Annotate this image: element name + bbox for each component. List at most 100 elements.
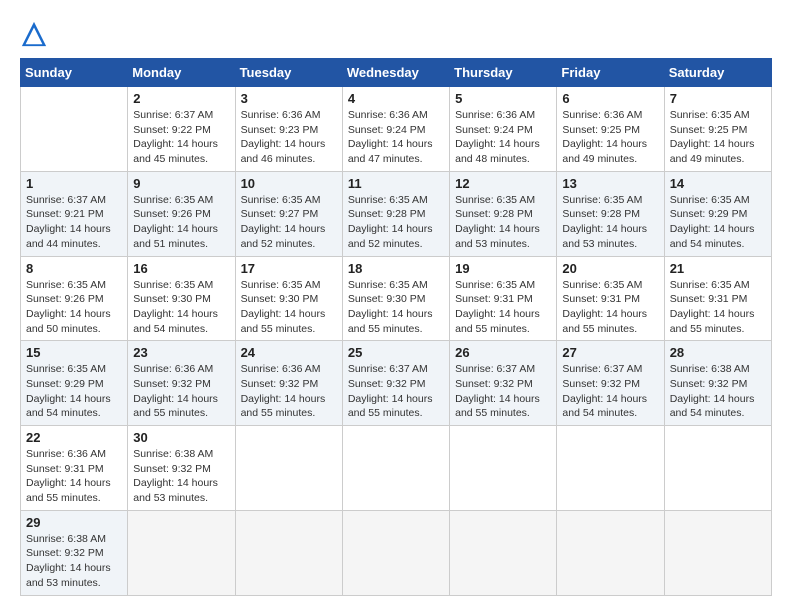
day-info: Sunrise: 6:35 AMSunset: 9:31 PMDaylight:… xyxy=(455,278,551,337)
calendar-cell: 21Sunrise: 6:35 AMSunset: 9:31 PMDayligh… xyxy=(664,256,771,341)
day-info: Sunrise: 6:36 AMSunset: 9:32 PMDaylight:… xyxy=(241,362,337,421)
day-number: 15 xyxy=(26,345,122,360)
day-info: Sunrise: 6:37 AMSunset: 9:32 PMDaylight:… xyxy=(562,362,658,421)
day-number: 25 xyxy=(348,345,444,360)
day-info: Sunrise: 6:35 AMSunset: 9:31 PMDaylight:… xyxy=(670,278,766,337)
day-number: 11 xyxy=(348,176,444,191)
day-number: 18 xyxy=(348,261,444,276)
day-info: Sunrise: 6:35 AMSunset: 9:27 PMDaylight:… xyxy=(241,193,337,252)
logo xyxy=(20,20,52,48)
day-number: 8 xyxy=(26,261,122,276)
day-number: 12 xyxy=(455,176,551,191)
day-number: 9 xyxy=(133,176,229,191)
day-info: Sunrise: 6:38 AMSunset: 9:32 PMDaylight:… xyxy=(133,447,229,506)
day-number: 26 xyxy=(455,345,551,360)
day-number: 22 xyxy=(26,430,122,445)
calendar-cell: 15 Sunrise: 6:35 AMSunset: 9:29 PMDayligh… xyxy=(21,341,128,426)
day-number: 29 xyxy=(26,515,122,530)
day-number: 27 xyxy=(562,345,658,360)
logo-icon xyxy=(20,20,48,48)
calendar-cell xyxy=(128,510,235,595)
calendar-cell xyxy=(664,510,771,595)
column-header-wednesday: Wednesday xyxy=(342,59,449,87)
calendar-table: SundayMondayTuesdayWednesdayThursdayFrid… xyxy=(20,58,772,596)
day-info: Sunrise: 6:35 AMSunset: 9:26 PMDaylight:… xyxy=(26,278,122,337)
calendar-cell: 25 Sunrise: 6:37 AMSunset: 9:32 PMDayligh… xyxy=(342,341,449,426)
day-info: Sunrise: 6:35 AMSunset: 9:29 PMDaylight:… xyxy=(26,362,122,421)
calendar-cell xyxy=(342,426,449,511)
calendar-cell xyxy=(557,510,664,595)
calendar-cell: 30 Sunrise: 6:38 AMSunset: 9:32 PMDayligh… xyxy=(128,426,235,511)
day-info: Sunrise: 6:35 AMSunset: 9:28 PMDaylight:… xyxy=(455,193,551,252)
column-header-thursday: Thursday xyxy=(450,59,557,87)
calendar-cell: 28 Sunrise: 6:38 AMSunset: 9:32 PMDayligh… xyxy=(664,341,771,426)
day-info: Sunrise: 6:38 AMSunset: 9:32 PMDaylight:… xyxy=(670,362,766,421)
calendar-cell: 17Sunrise: 6:35 AMSunset: 9:30 PMDayligh… xyxy=(235,256,342,341)
day-info: Sunrise: 6:36 AMSunset: 9:24 PMDaylight:… xyxy=(348,108,444,167)
calendar-week-row: 2 Sunrise: 6:37 AMSunset: 9:22 PMDaylight… xyxy=(21,87,772,172)
day-info: Sunrise: 6:37 AMSunset: 9:32 PMDaylight:… xyxy=(455,362,551,421)
calendar-cell: 22 Sunrise: 6:36 AMSunset: 9:31 PMDayligh… xyxy=(21,426,128,511)
calendar-cell: 4 Sunrise: 6:36 AMSunset: 9:24 PMDaylight… xyxy=(342,87,449,172)
day-number: 23 xyxy=(133,345,229,360)
calendar-week-row: 15 Sunrise: 6:35 AMSunset: 9:29 PMDayligh… xyxy=(21,341,772,426)
day-info: Sunrise: 6:37 AMSunset: 9:32 PMDaylight:… xyxy=(348,362,444,421)
day-number: 6 xyxy=(562,91,658,106)
day-info: Sunrise: 6:35 AMSunset: 9:31 PMDaylight:… xyxy=(562,278,658,337)
calendar-cell: 1 Sunrise: 6:37 AMSunset: 9:21 PMDaylight… xyxy=(21,171,128,256)
day-info: Sunrise: 6:38 AMSunset: 9:32 PMDaylight:… xyxy=(26,532,122,591)
page-header xyxy=(20,20,772,48)
calendar-week-row: 29 Sunrise: 6:38 AMSunset: 9:32 PMDayligh… xyxy=(21,510,772,595)
calendar-week-row: 1 Sunrise: 6:37 AMSunset: 9:21 PMDaylight… xyxy=(21,171,772,256)
calendar-cell: 16Sunrise: 6:35 AMSunset: 9:30 PMDayligh… xyxy=(128,256,235,341)
column-header-friday: Friday xyxy=(557,59,664,87)
day-number: 7 xyxy=(670,91,766,106)
calendar-cell: 12 Sunrise: 6:35 AMSunset: 9:28 PMDayligh… xyxy=(450,171,557,256)
day-number: 20 xyxy=(562,261,658,276)
calendar-cell: 5Sunrise: 6:36 AMSunset: 9:24 PMDaylight… xyxy=(450,87,557,172)
day-info: Sunrise: 6:37 AMSunset: 9:22 PMDaylight:… xyxy=(133,108,229,167)
calendar-cell xyxy=(21,87,128,172)
day-number: 3 xyxy=(241,91,337,106)
calendar-week-row: 8 Sunrise: 6:35 AMSunset: 9:26 PMDaylight… xyxy=(21,256,772,341)
calendar-cell: 3Sunrise: 6:36 AMSunset: 9:23 PMDaylight… xyxy=(235,87,342,172)
day-number: 1 xyxy=(26,176,122,191)
day-info: Sunrise: 6:36 AMSunset: 9:31 PMDaylight:… xyxy=(26,447,122,506)
day-number: 16 xyxy=(133,261,229,276)
day-info: Sunrise: 6:35 AMSunset: 9:29 PMDaylight:… xyxy=(670,193,766,252)
calendar-cell xyxy=(342,510,449,595)
day-number: 2 xyxy=(133,91,229,106)
day-number: 4 xyxy=(348,91,444,106)
day-number: 19 xyxy=(455,261,551,276)
calendar-cell xyxy=(557,426,664,511)
calendar-cell: 23 Sunrise: 6:36 AMSunset: 9:32 PMDayligh… xyxy=(128,341,235,426)
calendar-cell: 18 Sunrise: 6:35 AMSunset: 9:30 PMDayligh… xyxy=(342,256,449,341)
calendar-cell: 6 Sunrise: 6:36 AMSunset: 9:25 PMDaylight… xyxy=(557,87,664,172)
calendar-cell: 10Sunrise: 6:35 AMSunset: 9:27 PMDayligh… xyxy=(235,171,342,256)
column-header-monday: Monday xyxy=(128,59,235,87)
day-info: Sunrise: 6:37 AMSunset: 9:21 PMDaylight:… xyxy=(26,193,122,252)
column-header-saturday: Saturday xyxy=(664,59,771,87)
calendar-cell xyxy=(450,510,557,595)
calendar-cell xyxy=(235,426,342,511)
day-number: 30 xyxy=(133,430,229,445)
day-info: Sunrise: 6:36 AMSunset: 9:32 PMDaylight:… xyxy=(133,362,229,421)
calendar-cell: 24 Sunrise: 6:36 AMSunset: 9:32 PMDayligh… xyxy=(235,341,342,426)
calendar-cell: 14Sunrise: 6:35 AMSunset: 9:29 PMDayligh… xyxy=(664,171,771,256)
calendar-cell: 26 Sunrise: 6:37 AMSunset: 9:32 PMDayligh… xyxy=(450,341,557,426)
day-number: 13 xyxy=(562,176,658,191)
day-info: Sunrise: 6:35 AMSunset: 9:30 PMDaylight:… xyxy=(348,278,444,337)
calendar-cell: 9 Sunrise: 6:35 AMSunset: 9:26 PMDaylight… xyxy=(128,171,235,256)
calendar-cell xyxy=(664,426,771,511)
column-header-tuesday: Tuesday xyxy=(235,59,342,87)
calendar-header-row: SundayMondayTuesdayWednesdayThursdayFrid… xyxy=(21,59,772,87)
day-info: Sunrise: 6:35 AMSunset: 9:26 PMDaylight:… xyxy=(133,193,229,252)
calendar-cell: 7Sunrise: 6:35 AMSunset: 9:25 PMDaylight… xyxy=(664,87,771,172)
day-number: 24 xyxy=(241,345,337,360)
day-info: Sunrise: 6:35 AMSunset: 9:30 PMDaylight:… xyxy=(241,278,337,337)
column-header-sunday: Sunday xyxy=(21,59,128,87)
day-info: Sunrise: 6:36 AMSunset: 9:25 PMDaylight:… xyxy=(562,108,658,167)
calendar-cell: 29 Sunrise: 6:38 AMSunset: 9:32 PMDayligh… xyxy=(21,510,128,595)
day-info: Sunrise: 6:35 AMSunset: 9:28 PMDaylight:… xyxy=(348,193,444,252)
day-number: 28 xyxy=(670,345,766,360)
